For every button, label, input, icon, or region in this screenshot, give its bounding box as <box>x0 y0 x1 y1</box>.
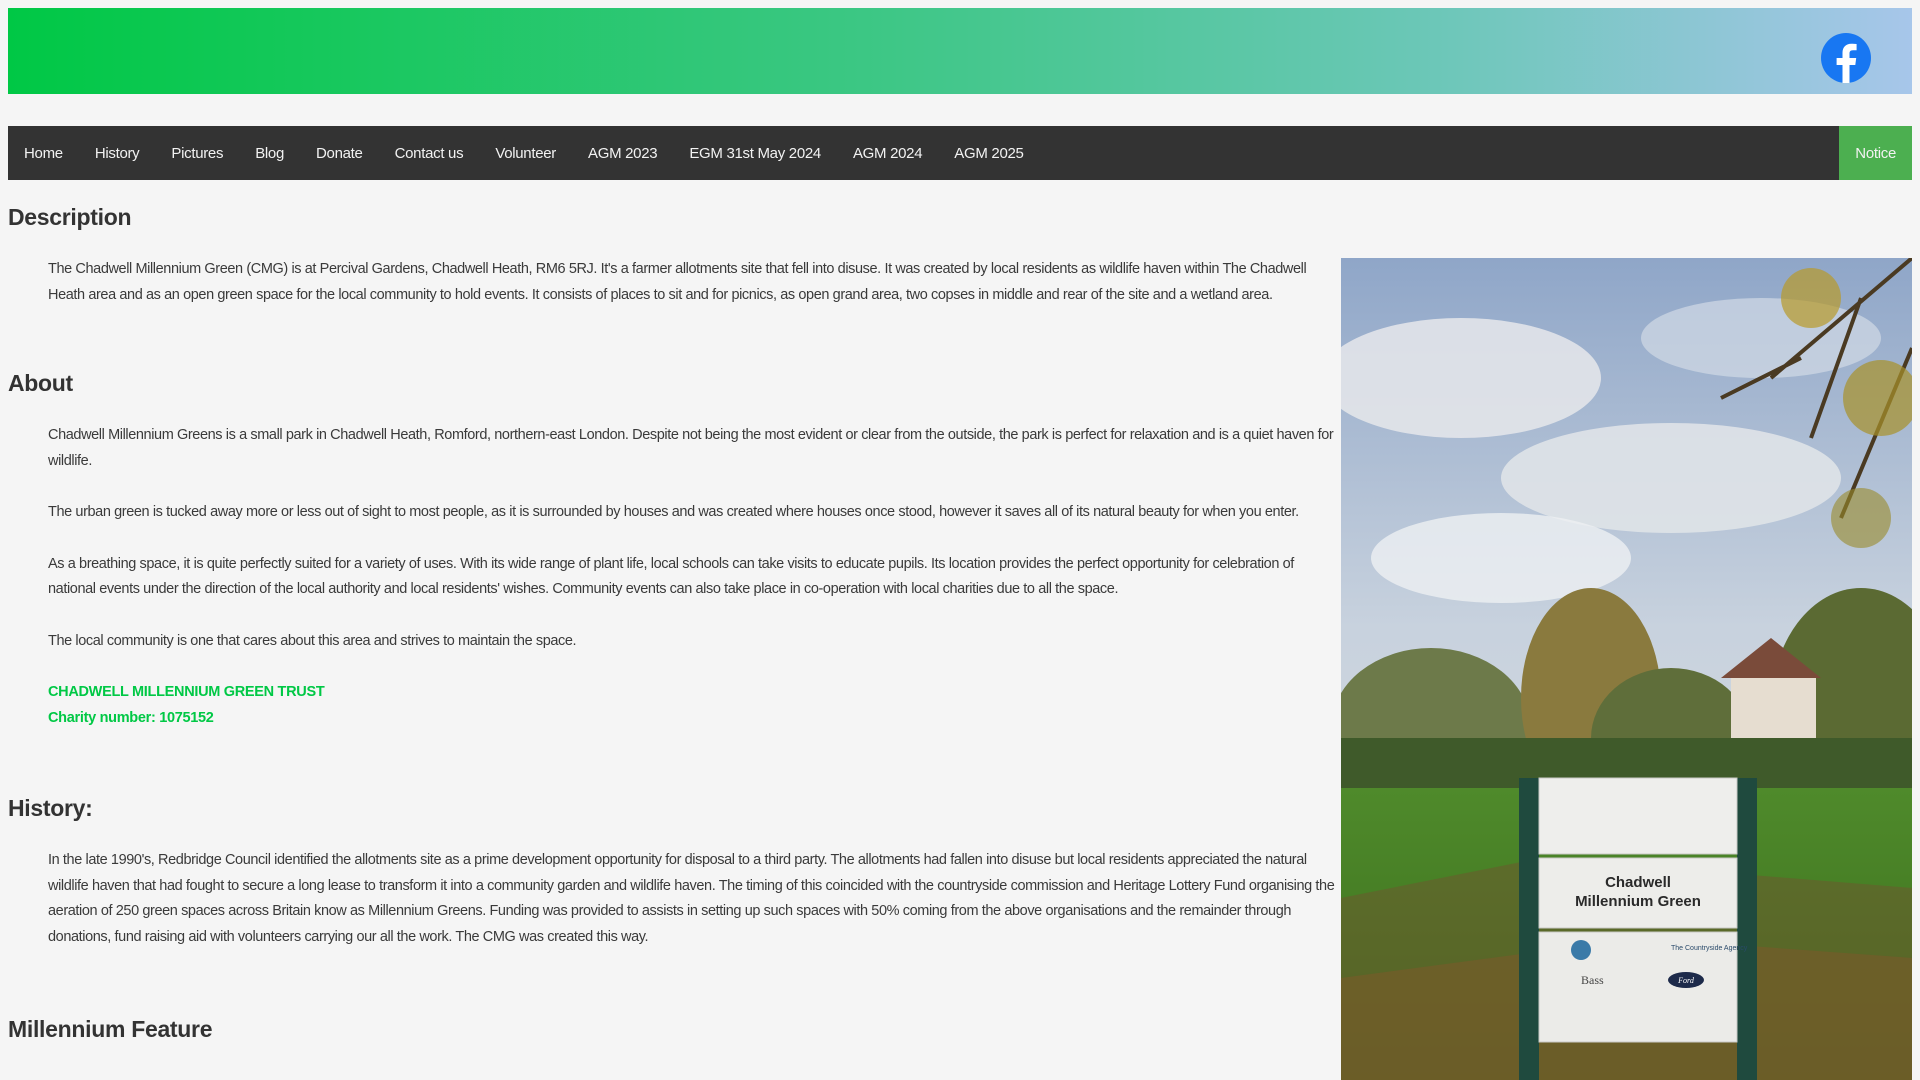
main-navbar: Home History Pictures Blog Donate Contac… <box>8 126 1912 180</box>
main-content: Description The Chadwell Millennium Gree… <box>8 180 1338 1043</box>
park-sign-photo: Chadwell Millennium Green The Countrysid… <box>1341 258 1912 1080</box>
nav-agm-2024[interactable]: AGM 2024 <box>837 126 938 180</box>
about-paragraph-1: Chadwell Millennium Greens is a small pa… <box>48 427 1334 469</box>
sign-logo-right: Ford <box>1677 976 1695 985</box>
park-photo-illustration: Chadwell Millennium Green The Countrysid… <box>1341 258 1912 1080</box>
nav-donate[interactable]: Donate <box>300 126 379 180</box>
sign-text-line1: Chadwell <box>1605 874 1671 891</box>
nav-contact-us[interactable]: Contact us <box>379 126 480 180</box>
sign-agency-text: The Countryside Agency <box>1671 945 1748 952</box>
sign-text-line2: Millennium Green <box>1575 893 1701 910</box>
nav-agm-2025[interactable]: AGM 2025 <box>938 126 1039 180</box>
trust-name: CHADWELL MILLENNIUM GREEN TRUST <box>48 684 325 700</box>
nav-home[interactable]: Home <box>8 126 79 180</box>
header-banner <box>8 8 1912 94</box>
description-heading: Description <box>8 204 132 230</box>
sign-logo-left: Bass <box>1581 973 1604 987</box>
nav-egm-may-2024[interactable]: EGM 31st May 2024 <box>673 126 837 180</box>
about-paragraph-4: The local community is one that cares ab… <box>48 632 577 649</box>
nav-blog[interactable]: Blog <box>239 126 300 180</box>
nav-pictures[interactable]: Pictures <box>155 126 239 180</box>
about-heading: About <box>8 370 73 396</box>
page: Home History Pictures Blog Donate Contac… <box>0 0 1920 1080</box>
nav-volunteer[interactable]: Volunteer <box>479 126 572 180</box>
about-paragraph-3: As a breathing space, it is quite perfec… <box>48 555 1294 598</box>
history-text: In the late 1990's, Redbridge Council id… <box>48 852 1335 945</box>
facebook-icon[interactable] <box>1820 32 1872 84</box>
feature-heading: Millennium Feature <box>8 1016 213 1042</box>
history-heading: History: <box>8 795 93 821</box>
nav-notice[interactable]: Notice <box>1839 126 1912 180</box>
about-paragraph-2: The urban green is tucked away more or l… <box>48 504 1299 520</box>
charity-number: Charity number: 1075152 <box>48 709 214 726</box>
nav-history[interactable]: History <box>79 126 156 180</box>
description-text: The Chadwell Millennium Green (CMG) is a… <box>48 261 1307 303</box>
nav-agm-2023[interactable]: AGM 2023 <box>572 126 673 180</box>
